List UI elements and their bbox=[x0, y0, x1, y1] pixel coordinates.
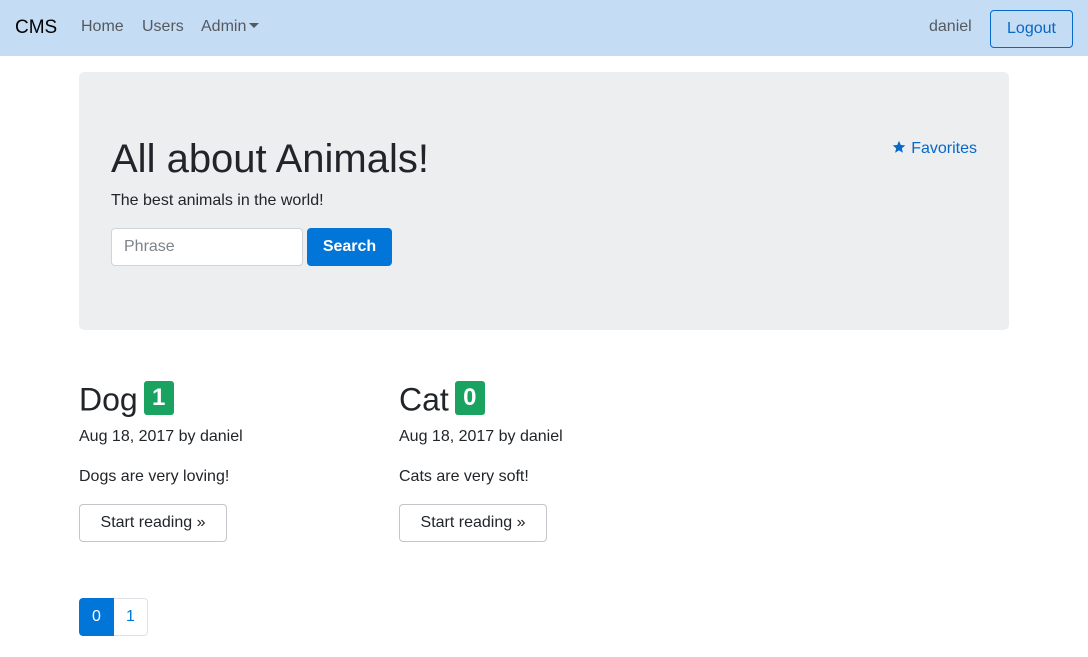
nav-admin-dropdown[interactable]: Admin bbox=[201, 17, 260, 37]
nav-admin-label: Admin bbox=[201, 18, 247, 35]
caret-down-icon bbox=[249, 23, 260, 29]
page-subtitle: The best animals in the world! bbox=[111, 192, 324, 209]
article-description: Dogs are very loving! bbox=[79, 468, 230, 485]
favorites-label: Favorites bbox=[911, 140, 977, 157]
article-title-text: Dog bbox=[79, 381, 138, 418]
navbar: CMS Home Users Admin daniel Logout bbox=[0, 0, 1088, 56]
nav-users-link[interactable]: Users bbox=[142, 17, 184, 37]
search-button[interactable]: Search bbox=[307, 228, 392, 266]
start-reading-button[interactable]: Start reading » bbox=[399, 504, 547, 542]
current-user: daniel bbox=[929, 18, 972, 35]
pagination: 0 1 bbox=[79, 598, 148, 636]
count-badge: 1 bbox=[143, 380, 174, 415]
start-reading-button[interactable]: Start reading » bbox=[79, 504, 227, 542]
article-meta: Aug 18, 2017 by daniel bbox=[399, 428, 563, 445]
article-card: Dog 1 Aug 18, 2017 by daniel Dogs are ver… bbox=[79, 378, 379, 542]
article-description: Cats are very soft! bbox=[399, 468, 529, 485]
page-link-0[interactable]: 0 bbox=[79, 598, 114, 636]
jumbotron: All about Animals! The best animals in t… bbox=[79, 72, 1009, 330]
article-title: Cat 0 bbox=[399, 378, 699, 418]
brand-logo[interactable]: CMS bbox=[15, 16, 57, 40]
page-title: All about Animals! bbox=[111, 137, 429, 181]
favorites-link[interactable]: Favorites bbox=[892, 139, 977, 159]
nav-home-link[interactable]: Home bbox=[81, 17, 124, 37]
article-card: Cat 0 Aug 18, 2017 by daniel Cats are ver… bbox=[399, 378, 699, 542]
article-meta: Aug 18, 2017 by daniel bbox=[79, 428, 243, 445]
logout-button[interactable]: Logout bbox=[990, 10, 1073, 48]
count-badge: 0 bbox=[454, 380, 485, 415]
article-title-text: Cat bbox=[399, 381, 449, 418]
search-input[interactable] bbox=[111, 228, 303, 266]
article-title: Dog 1 bbox=[79, 378, 379, 418]
page-link-1[interactable]: 1 bbox=[114, 598, 148, 636]
star-icon bbox=[892, 140, 906, 153]
